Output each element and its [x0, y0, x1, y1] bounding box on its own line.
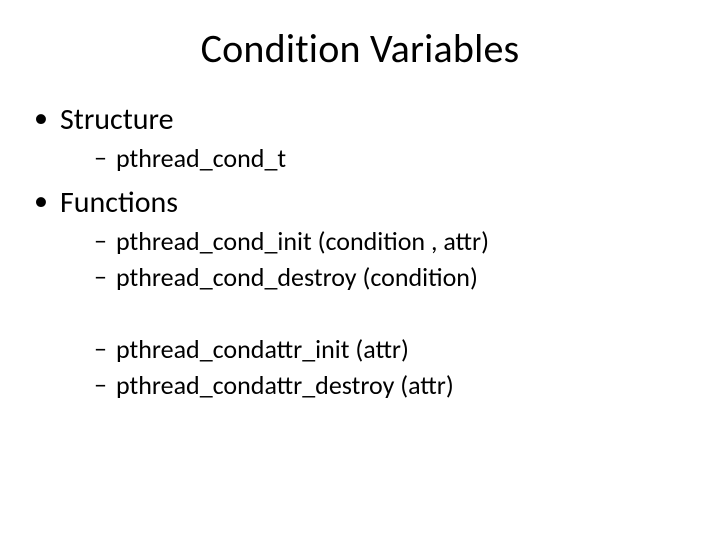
- functions-item-0: pthread_cond_init (condition , attr): [94, 225, 690, 257]
- functions-sublist: pthread_cond_init (condition , attr) pth…: [94, 225, 690, 293]
- functions-item-1: pthread_cond_destroy (condition): [94, 261, 690, 293]
- bullet-functions: Functions pthread_cond_init (condition ,…: [34, 184, 690, 401]
- structure-item-0: pthread_cond_t: [94, 142, 690, 174]
- bullet-structure-label: Structure: [60, 101, 174, 138]
- slide-title: Condition Variables: [30, 24, 690, 73]
- bullet-structure: Structure pthread_cond_t: [34, 101, 690, 174]
- bullet-list: Structure pthread_cond_t Functions pthre…: [34, 101, 690, 401]
- bullet-functions-label: Functions: [60, 184, 178, 221]
- spacer: [60, 303, 690, 329]
- functions-item-2: pthread_condattr_init (attr): [94, 333, 690, 365]
- slide: Condition Variables Structure pthread_co…: [0, 0, 720, 540]
- functions-item-3: pthread_condattr_destroy (attr): [94, 369, 690, 401]
- functions-sublist-2: pthread_condattr_init (attr) pthread_con…: [94, 333, 690, 401]
- structure-sublist: pthread_cond_t: [94, 142, 690, 174]
